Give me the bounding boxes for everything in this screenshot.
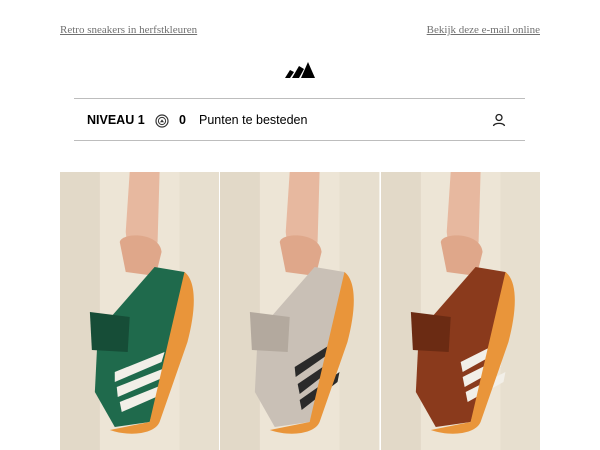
loyalty-level: NIVEAU 1 (87, 113, 145, 127)
sneaker-image-brown (380, 172, 540, 450)
sneaker-image-green (60, 172, 220, 450)
user-icon[interactable] (492, 113, 506, 127)
view-email-online-link[interactable]: Bekijk deze e-mail online (427, 24, 540, 36)
preheader: Retro sneakers in herfstkleuren Bekijk d… (60, 24, 540, 38)
points-label: Punten te besteden (199, 113, 308, 127)
hero-image-sneakers[interactable] (60, 172, 540, 450)
sneaker-panel-green[interactable] (60, 172, 220, 450)
sneaker-panel-grey[interactable] (220, 172, 380, 450)
adidas-logo-icon[interactable] (285, 59, 315, 78)
loyalty-bar: NIVEAU 1 0 Punten te besteden (74, 98, 525, 141)
coin-icon (155, 114, 169, 128)
sneaker-panel-brown[interactable] (380, 172, 540, 450)
points-value: 0 (179, 113, 186, 127)
sneaker-image-grey (220, 172, 380, 450)
preheader-link-retro-sneakers[interactable]: Retro sneakers in herfstkleuren (60, 24, 197, 36)
